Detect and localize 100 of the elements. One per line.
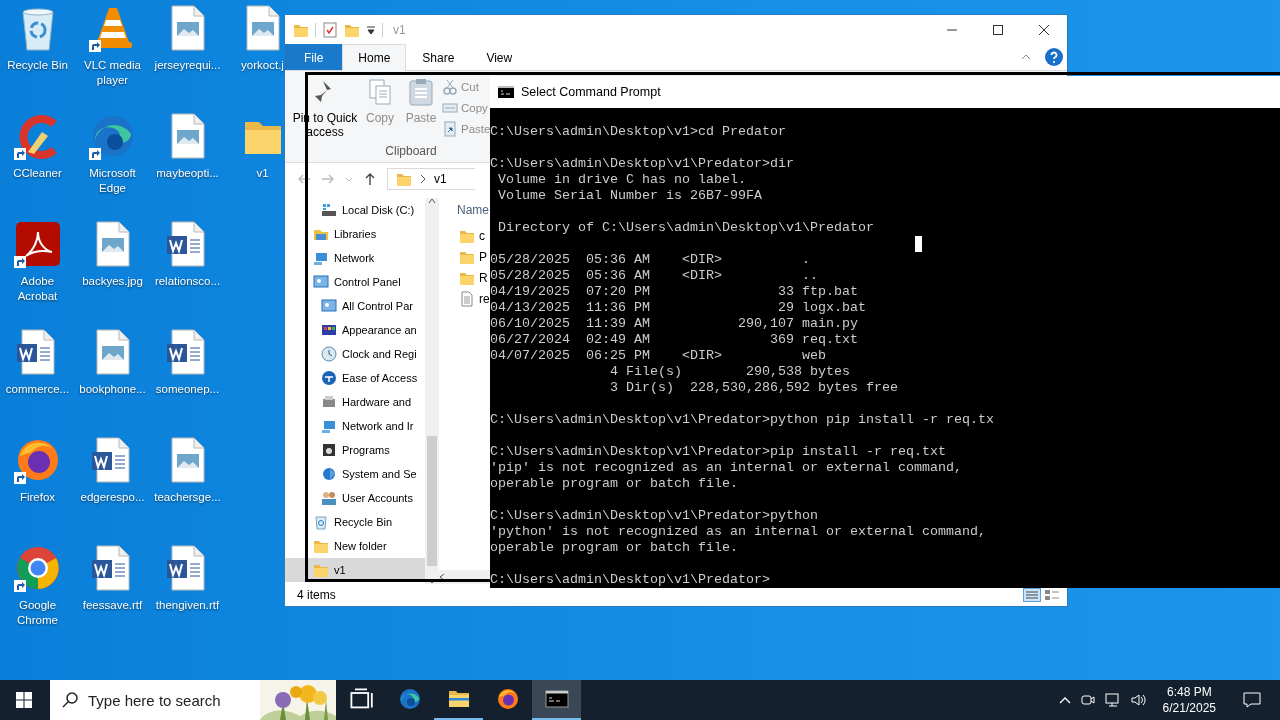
recycle-bin-icon [313,514,329,530]
console-line: Volume Serial Number is 26B7-99FA [497,188,762,204]
nav-item[interactable]: User Accounts [285,486,425,510]
palette-icon [321,322,337,338]
desktop-icon-label[interactable]: thengiven.rtf [155,598,220,613]
console-line: 'pip' is not recognized as an internal or external command, [490,460,962,476]
scroll-left-icon [439,573,445,581]
nav-item[interactable]: New folder [285,534,425,558]
ribbon-tab[interactable]: File [285,44,343,70]
status-text: 4 items [297,588,336,602]
nav-item[interactable]: Recycle Bin [285,510,425,534]
desktop-icon-label[interactable]: bookphone... [79,382,146,397]
close-icon [1039,24,1049,35]
nav-item[interactable]: System and Se [285,462,425,486]
forward-arrow-icon [321,172,335,186]
text-cursor [915,236,922,252]
shield-icon [321,466,337,482]
console-line: C:\Users\admin\Desktop\v1\Predator>python pip install -r req.tx [490,412,994,428]
nav-item[interactable]: Appearance an [285,318,425,342]
desktop-icon-label[interactable]: relationsco... [154,274,221,289]
column-header[interactable]: Name [453,195,490,225]
printer-icon [321,394,337,410]
chevron-icon [420,174,426,184]
window-title: Select Command Prompt [521,85,661,99]
nav-item[interactable]: Ease of Access [285,366,425,390]
list-entry[interactable]: R [453,267,490,288]
nav-item[interactable]: All Control Par [285,294,425,318]
desktop-icon-label[interactable]: feessave.rtf [82,598,143,613]
scrollbar[interactable] [425,198,439,584]
nav-item[interactable]: Network [285,246,425,270]
desktop-icon-label[interactable]: backyes.jpg [82,274,143,289]
details-view-icon [1023,588,1041,602]
console-line: 04/19/2025 07:20 PM 33 ftp.bat [490,284,858,300]
nav-item[interactable]: Libraries [285,222,425,246]
ribbon-tab[interactable]: View [470,44,529,70]
search-icon [50,680,88,720]
desktop-icon-label[interactable]: yorkoct.j [241,58,284,73]
address-bar[interactable]: v1 [387,168,475,190]
taskbar-button[interactable] [532,680,581,720]
nav-item[interactable]: Hardware and [285,390,425,414]
desktop-icon-label[interactable]: Microsoft Edge [75,166,150,196]
nav-item[interactable]: Clock and Regi [285,342,425,366]
console-line: 4 File(s) 290,538 bytes [608,364,850,380]
nav-item[interactable]: Network and Ir [285,414,425,438]
network-icon [313,250,329,266]
console-line: 04/13/2025 11:36 PM 29 logx.bat [490,300,866,316]
console-line: 3 Dir(s) 228,530,286,592 bytes free [608,380,898,396]
control-panel-icon [321,298,337,314]
camera-icon [1080,693,1095,707]
paste-shortcut-icon [442,121,458,137]
desktop-icon-label[interactable]: commerce... [5,382,70,397]
desktop-icon-label[interactable]: someonep... [155,382,220,397]
nav-item[interactable]: Control Panel [285,270,425,294]
desktop-icon-label[interactable]: teachersge... [154,490,221,505]
desktop-icon-label[interactable]: jerseyrequi... [154,58,221,73]
console-line: C:\Users\admin\Desktop\v1\Predator>pip install -r req.txt [490,444,946,460]
maximize-icon [993,24,1003,35]
console-line: operable program or batch file. [490,476,738,492]
task-view-icon [348,687,373,711]
desktop-icon-label[interactable]: Recycle Bin [7,58,68,73]
clock-date[interactable]: 6/21/2025 [1162,700,1216,716]
scroll-up-icon [428,198,436,204]
desktop-icon-label[interactable]: maybeopti... [156,166,219,181]
desktop-icon-label[interactable]: Adobe Acrobat [0,274,75,304]
list-entry[interactable]: P [453,246,490,267]
console-line: operable program or batch file. [490,540,738,556]
chevron-up-icon [1058,696,1071,704]
console-line: 06/27/2024 02:49 AM 369 req.txt [490,332,858,348]
desktop-icon-label[interactable]: VLC media player [75,58,150,88]
desktop-icon-label[interactable]: Firefox [19,490,56,505]
desktop-icon-label[interactable]: edgerespo... [80,490,145,505]
scroll-thumb[interactable] [427,436,437,566]
nav-item[interactable]: Programs [285,438,425,462]
folder-icon [396,171,412,187]
nav-item[interactable]: Local Disk (C:) [285,198,425,222]
ribbon-tab[interactable]: Share [406,44,471,70]
file-icon [459,290,475,307]
list-entry[interactable]: re [453,288,490,309]
up-arrow-icon [363,172,377,186]
ribbon-group-label: Clipboard [384,144,438,160]
console-icon [544,687,569,711]
search-field[interactable]: Type here to search [88,680,260,720]
folder-icon [313,538,329,554]
ribbon-tab[interactable]: Home [342,44,407,71]
help-icon [1045,48,1063,66]
desktop-icon-label[interactable]: v1 [256,166,269,181]
console-line: 06/10/2025 11:39 AM 290,107 main.py [490,316,858,332]
users-icon [321,490,337,506]
control-panel-icon [313,274,329,290]
desktop-icon-label[interactable]: Google Chrome [0,598,75,628]
nav-item[interactable]: v1 [285,558,425,582]
console-line: Directory of C:\Users\admin\Desktop\v1\Predator [497,220,874,236]
console-line: 05/28/2025 05:36 AM <DIR> .. [490,268,818,284]
clock-time[interactable]: 6:48 PM [1166,684,1212,700]
browser-icon [397,687,422,711]
copy-path-icon [442,100,458,116]
desktop-icon-label[interactable]: CCleaner [13,166,62,181]
list-entry[interactable]: c [453,225,490,246]
network-icon [321,418,337,434]
console-line: C:\Users\admin\Desktop\v1\Predator>python [490,508,818,524]
